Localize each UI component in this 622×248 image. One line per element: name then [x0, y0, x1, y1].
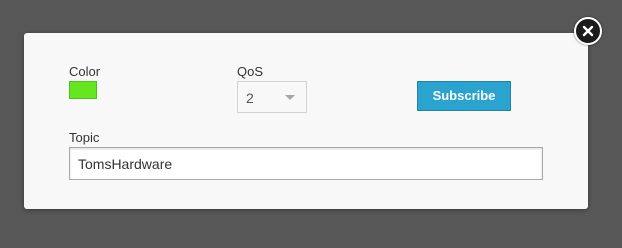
subscribe-button[interactable]: Subscribe: [417, 81, 511, 111]
topic-label: Topic: [69, 130, 100, 145]
close-button[interactable]: [574, 17, 602, 45]
topic-input[interactable]: [69, 147, 543, 180]
subscribe-dialog: Color QoS 2 Subscribe Topic: [24, 33, 588, 209]
qos-selected-value: 2: [246, 90, 254, 106]
chevron-down-icon: [285, 95, 295, 100]
color-swatch[interactable]: [69, 81, 97, 99]
qos-select[interactable]: 2: [237, 81, 307, 113]
close-icon: [582, 25, 594, 37]
qos-label: QoS: [237, 64, 264, 79]
color-label: Color: [69, 64, 101, 79]
